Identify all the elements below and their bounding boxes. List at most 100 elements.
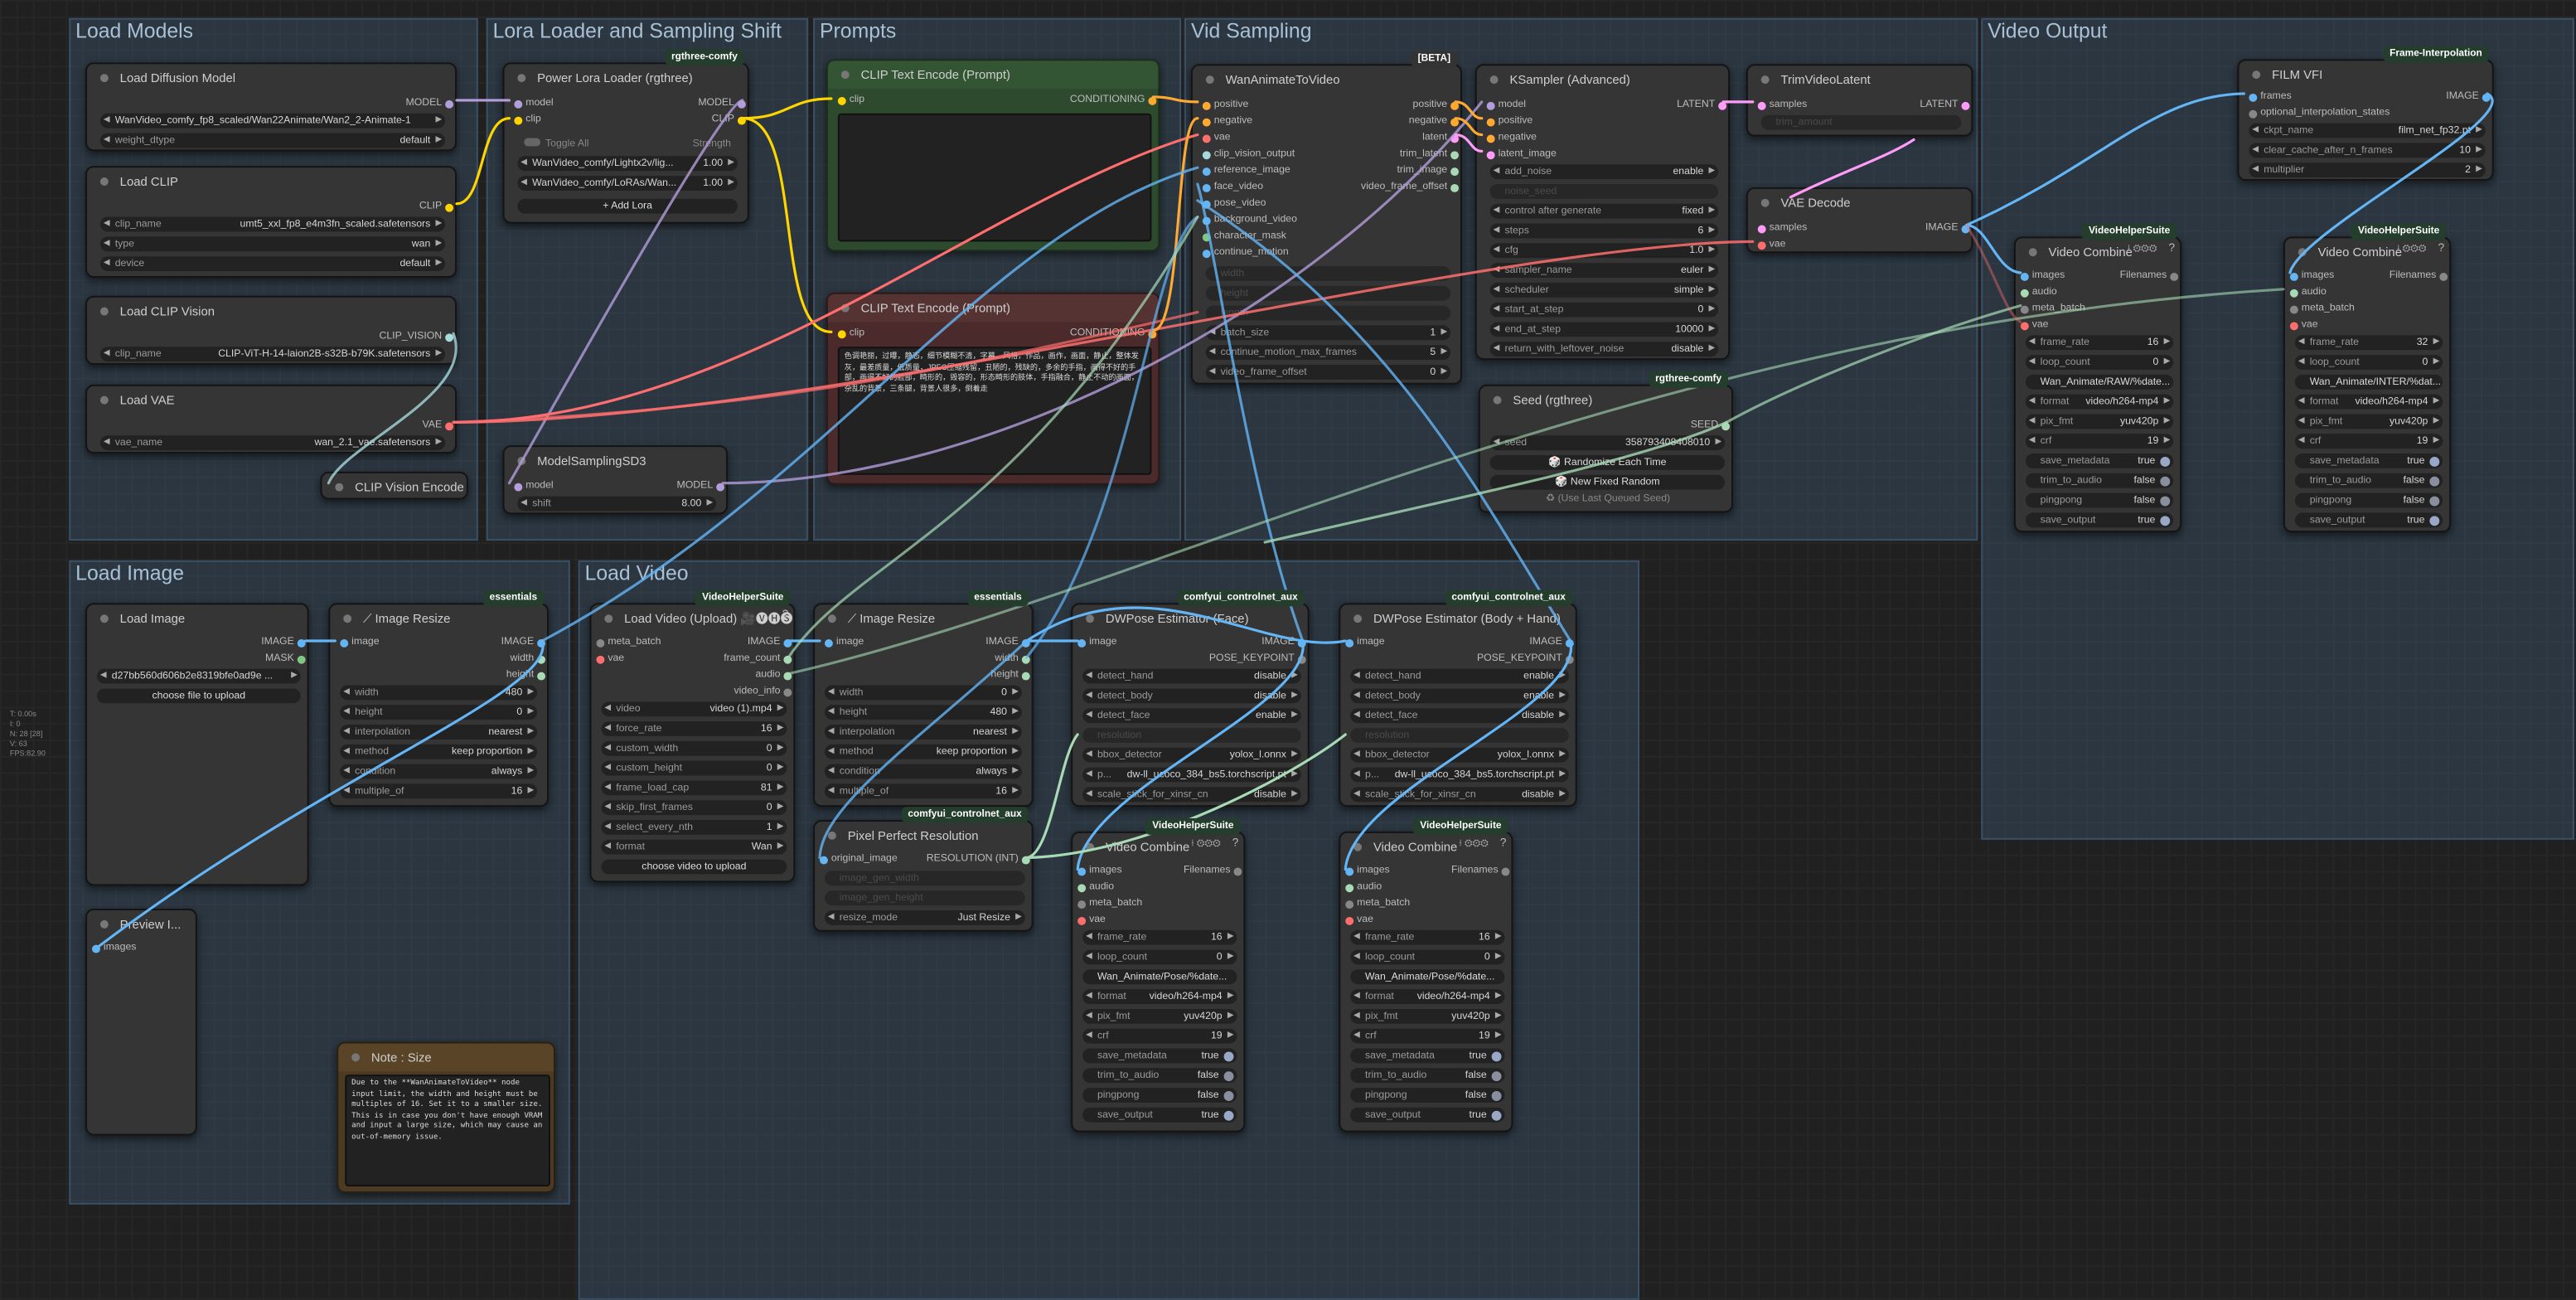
clip-type-select[interactable]: typewan [99,236,446,252]
pingpong-toggle[interactable]: pingpong false [2294,492,2443,508]
output-pose-keypoint[interactable]: POSE_KEYPOINT [1209,652,1306,666]
node-load-video[interactable]: VideoHelperSuite Load Video (Upload) 🎥🅥🅗… [589,589,796,883]
node-image-resize-1[interactable]: essentials ⟋ Image Resize image IMAGE wi… [328,589,549,808]
format-select[interactable]: formatvideo/h264-mp4 [1082,989,1237,1005]
output-filenames[interactable]: Filenames [1184,865,1242,878]
save-metadata-toggle[interactable]: save_metadata true [2294,454,2443,468]
save-metadata-toggle[interactable]: save_metadata true [1350,1048,1505,1064]
output-trim-latent[interactable]: trim_latent [1400,148,1460,161]
input-image[interactable]: image [1345,636,1385,649]
input-audio[interactable]: audio [2289,286,2327,299]
input-images[interactable]: images [1345,865,1390,878]
output-image[interactable]: IMAGE [501,636,546,649]
input-frames[interactable]: frames [2249,90,2292,104]
filename-prefix-input[interactable]: Wan_Animate/RAW/%date... [2025,374,2174,390]
pix-fmt-select[interactable]: pix_fmtyuv420p [1082,1008,1237,1024]
node-power-lora-loader[interactable]: rgthree-comfy Power Lora Loader (rgthree… [502,49,749,224]
input-model[interactable]: model [1486,99,1526,112]
clip-name-select[interactable]: clip_nameumt5_xxl_fp8_e4m3fn_scaled.safe… [99,216,446,232]
node-video-combine-pose-body[interactable]: VideoHelperSuite Video Combine ⟊ ⚙⚙⚙? image… [1339,818,1513,1133]
node-graph-canvas[interactable]: Load Models Lora Loader and Sampling Shi… [0,0,2576,1300]
start-at-step-input[interactable]: start_at_step0 [1489,302,1719,318]
output-negative[interactable]: negative [1409,115,1460,129]
custom-height-input[interactable]: custom_height0 [601,760,787,776]
image-gen-height-input[interactable]: image_gen_height [824,890,1025,906]
ckpt-name-select[interactable]: ckpt_namefilm_net_fp32.pt [2249,123,2486,138]
loop-count-input[interactable]: loop_count0 [1082,949,1237,965]
input-vae[interactable]: vae [1077,914,1106,927]
multiplier-input[interactable]: multiplier2 [2249,162,2486,178]
output-image[interactable]: IMAGE [1529,636,1574,649]
scale-stick-select[interactable]: scale_stick_for_xinsr_cndisable [1082,787,1301,803]
output-clip[interactable]: CLIP [419,201,454,214]
method-select[interactable]: methodkeep proportion [824,744,1022,759]
node-wan-animate-to-video[interactable]: [BETA] WanAnimateToVideo positive negati… [1190,51,1462,385]
width-input[interactable]: width0 [824,685,1022,701]
weight-dtype-select[interactable]: weight_dtypedefault [99,133,446,148]
frame-load-cap-input[interactable]: frame_load_cap81 [601,780,787,796]
lora-row-2[interactable]: WanVideo_comfy/LoRAs/Wan...1.00 [517,176,738,191]
input-continue-motion[interactable]: continue_motion [1202,246,1289,260]
input-clip-vision-output[interactable]: clip_vision_output [1202,148,1295,161]
detect-face-select[interactable]: detect_facedisable [1350,708,1569,724]
input-vae[interactable]: vae [1757,238,1785,251]
output-conditioning[interactable]: CONDITIONING [1070,327,1157,340]
input-vae[interactable]: vae [2289,319,2318,332]
resolution-input[interactable]: resolution [1350,728,1569,743]
output-image[interactable]: IMAGE [261,636,306,649]
output-clip[interactable]: CLIP [712,114,746,127]
node-clip-text-encode-positive[interactable]: CLIP Text Encode (Prompt) clip CONDITION… [826,59,1160,252]
node-load-image[interactable]: Load Image IMAGE MASK d27bb560d606b2e831… [85,603,309,886]
input-vae[interactable]: vae [596,652,624,666]
input-meta-batch[interactable]: meta_batch [596,636,661,649]
shift-input[interactable]: shift8.00 [517,496,717,512]
help-icon[interactable]: ? [782,609,789,621]
trim-to-audio-toggle[interactable]: trim_to_audio false [2025,473,2174,488]
output-resolution[interactable]: RESOLUTION (INT) [927,853,1030,866]
input-images[interactable]: images [91,942,136,955]
output-conditioning[interactable]: CONDITIONING [1070,94,1157,107]
filename-prefix-input[interactable]: Wan_Animate/INTER/%dat... [2294,374,2443,390]
output-model[interactable]: MODEL [406,97,454,110]
filename-prefix-input[interactable]: Wan_Animate/Pose/%date... [1350,969,1505,985]
pingpong-toggle[interactable]: pingpong false [1082,1088,1237,1103]
output-latent[interactable]: LATENT [1920,99,1970,112]
height-input[interactable]: height480 [824,705,1022,720]
node-model-sampling-sd3[interactable]: ModelSamplingSD3 model MODEL shift8.00 [502,445,729,515]
width-input[interactable]: width480 [340,685,538,701]
crf-input[interactable]: crf19 [1350,1028,1505,1044]
trim-to-audio-toggle[interactable]: trim_to_audio false [1350,1068,1505,1084]
help-icon[interactable]: ? [1500,838,1507,850]
node-load-clip-vision[interactable]: Load CLIP Vision CLIP_VISION clip_nameCL… [85,295,457,366]
input-latent-image[interactable]: latent_image [1486,148,1557,161]
loop-count-input[interactable]: loop_count0 [2294,355,2443,370]
help-icon[interactable]: ? [2168,243,2175,255]
output-width[interactable]: width [995,652,1030,666]
input-images[interactable]: images [1077,865,1122,878]
vae-name-select[interactable]: vae_namewan_2.1_vae.safetensors [99,435,446,451]
method-select[interactable]: methodkeep proportion [340,744,538,759]
frame-rate-input[interactable]: frame_rate32 [2294,335,2443,351]
input-image[interactable]: image [340,636,380,649]
node-load-clip[interactable]: Load CLIP CLIP clip_nameumt5_xxl_fp8_e4m… [85,166,457,278]
video-select[interactable]: videovideo (1).mp4 [601,701,787,717]
detect-face-select[interactable]: detect_faceenable [1082,708,1301,724]
input-positive[interactable]: positive [1486,115,1533,129]
input-background-video[interactable]: background_video [1202,214,1297,227]
node-dwpose-body-hand[interactable]: comfyui_controlnet_aux DWPose Estimator … [1339,589,1577,808]
input-vae[interactable]: vae [2020,319,2049,332]
continue-motion-max-frames-input[interactable]: continue_motion_max_frames5 [1205,345,1451,361]
sampler-name-select[interactable]: sampler_nameeuler [1489,263,1719,278]
choose-file-button[interactable]: choose file to upload [96,688,301,704]
save-metadata-toggle[interactable]: save_metadata true [1082,1048,1237,1064]
node-load-vae[interactable]: Load VAE VAE vae_namewan_2.1_vae.safeten… [85,384,457,454]
format-select[interactable]: formatWan [601,839,787,855]
input-face-video[interactable]: face_video [1202,181,1263,194]
node-dwpose-face[interactable]: comfyui_controlnet_aux DWPose Estimator … [1071,589,1310,808]
input-pose-video[interactable]: pose_video [1202,197,1266,211]
scale-stick-select[interactable]: scale_stick_for_xinsr_cndisable [1350,787,1569,803]
format-select[interactable]: formatvideo/h264-mp4 [2025,394,2174,410]
save-output-toggle[interactable]: save_output true [1082,1107,1237,1123]
output-filenames[interactable]: Filenames [2390,269,2448,283]
note-textarea[interactable]: Due to the **WanAnimateToVideo** node in… [345,1074,550,1187]
